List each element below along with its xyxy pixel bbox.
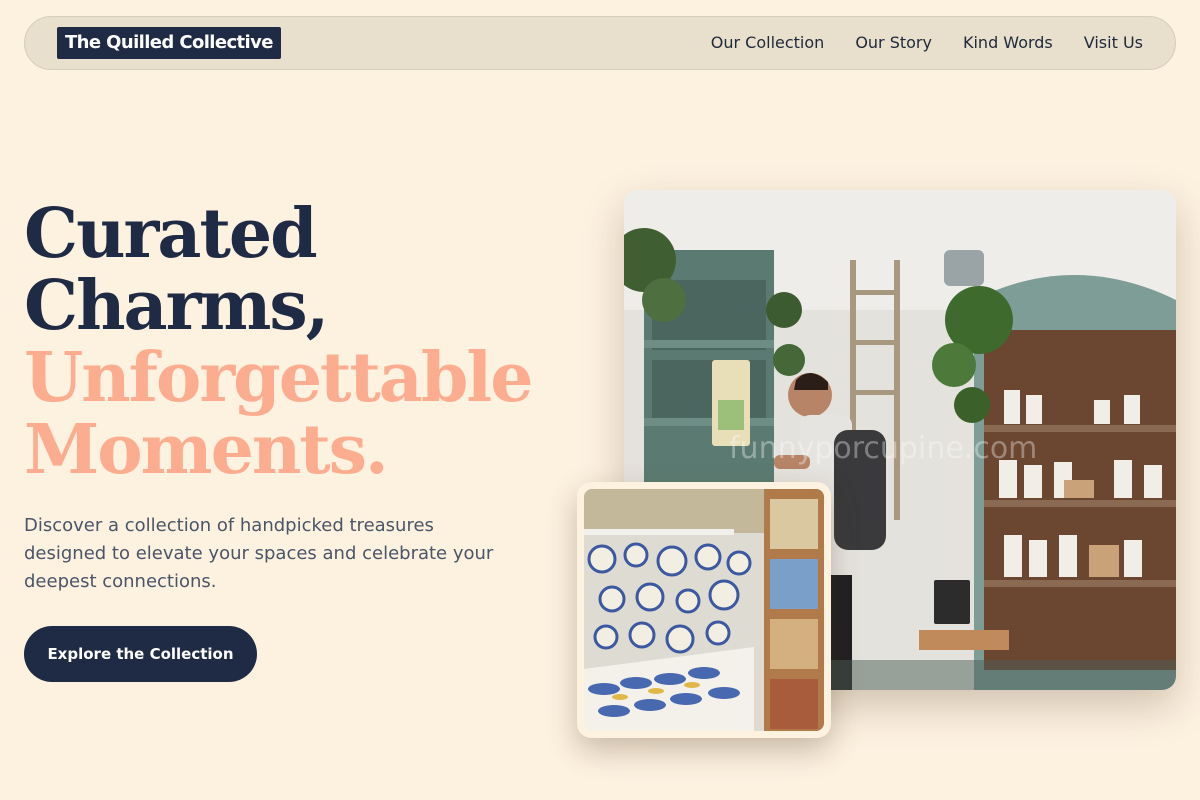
brand-logo[interactable]: The Quilled Collective bbox=[57, 27, 281, 59]
headline-line-curated: Curated bbox=[24, 194, 318, 274]
nav-link-visit-us[interactable]: Visit Us bbox=[1084, 33, 1143, 53]
headline-line-charms: Charms, bbox=[24, 266, 329, 346]
headline-line-unforgettable: Unforgettable bbox=[24, 338, 534, 418]
nav-link-our-collection[interactable]: Our Collection bbox=[711, 33, 825, 53]
nav-links: Our Collection Our Story Kind Words Visi… bbox=[711, 33, 1143, 53]
explore-collection-button[interactable]: Explore the Collection bbox=[24, 626, 257, 682]
hero-subtext: Discover a collection of handpicked trea… bbox=[24, 515, 494, 592]
hero-headline: Curated Charms, Unforgettable Moments. bbox=[24, 198, 584, 486]
secondary-photo-frame bbox=[577, 482, 831, 738]
nav-link-our-story[interactable]: Our Story bbox=[855, 33, 932, 53]
top-navigation-bar: The Quilled Collective Our Collection Ou… bbox=[24, 16, 1176, 70]
watermark-text: funnyporcupine.com bbox=[729, 431, 1037, 466]
nav-link-kind-words[interactable]: Kind Words bbox=[963, 33, 1053, 53]
headline-line-moments: Moments. bbox=[24, 410, 389, 490]
ceramic-plates-wall-display-photo bbox=[584, 489, 824, 731]
